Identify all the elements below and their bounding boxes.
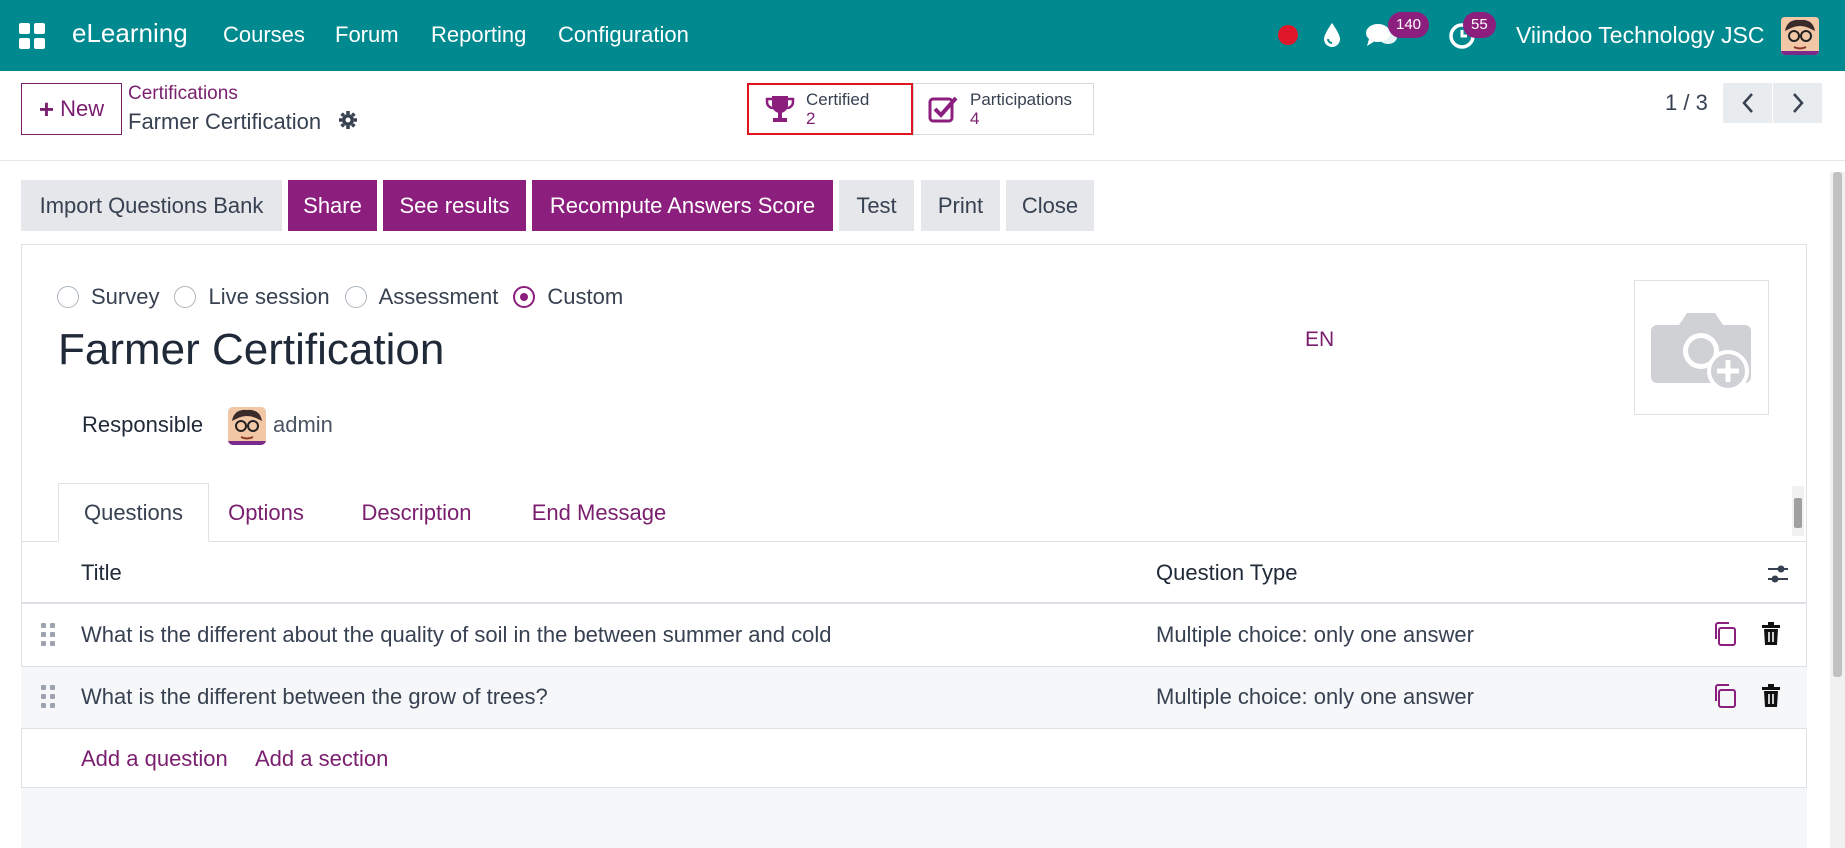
column-title[interactable]: Title — [81, 560, 122, 586]
add-question-link[interactable]: Add a question — [81, 746, 228, 772]
menu-forum[interactable]: Forum — [335, 22, 399, 48]
company-switcher[interactable]: Viindoo Technology JSC — [1516, 22, 1765, 49]
trash-icon[interactable] — [1760, 622, 1782, 651]
tab-options[interactable]: Options — [221, 483, 311, 542]
pager-next-button[interactable] — [1773, 83, 1822, 123]
survey-title-field[interactable]: Farmer Certification — [58, 325, 444, 375]
copy-icon[interactable] — [1712, 683, 1738, 714]
participations-count: 4 — [970, 109, 980, 128]
table-row[interactable]: What is the different about the quality … — [21, 605, 1807, 667]
certified-stat-button[interactable]: Certified 2 — [747, 83, 913, 135]
activities-count-badge: 55 — [1463, 12, 1496, 38]
share-button[interactable]: Share — [288, 180, 377, 231]
pager-previous-button[interactable] — [1723, 83, 1772, 123]
plus-icon: + — [38, 93, 55, 124]
recompute-answers-score-button[interactable]: Recompute Answers Score — [532, 180, 833, 231]
menu-reporting[interactable]: Reporting — [431, 22, 526, 48]
breadcrumb-current: Farmer Certification — [128, 109, 322, 134]
print-button[interactable]: Print — [921, 180, 1000, 231]
tab-description[interactable]: Description — [354, 483, 479, 542]
certified-label: Certified — [806, 90, 870, 109]
tab-end-message[interactable]: End Message — [519, 483, 679, 542]
radio-assessment-label[interactable]: Assessment — [379, 284, 499, 310]
test-button[interactable]: Test — [839, 180, 914, 231]
top-navbar: eLearning Courses Forum Reporting Config… — [0, 0, 1845, 71]
drag-handle-icon[interactable] — [41, 685, 55, 709]
radio-custom[interactable] — [513, 286, 536, 308]
participations-stat-button[interactable]: Participations 4 — [913, 83, 1094, 135]
chevron-left-icon — [1741, 93, 1753, 113]
user-avatar[interactable] — [1781, 17, 1819, 55]
question-type-cell[interactable]: Multiple choice: only one answer — [1156, 684, 1474, 710]
messages-count-badge: 140 — [1388, 12, 1430, 38]
apps-menu-icon[interactable] — [19, 23, 45, 49]
responsible-avatar — [228, 407, 266, 445]
trophy-icon — [764, 93, 796, 125]
new-button-label: New — [60, 96, 105, 121]
menu-courses[interactable]: Courses — [223, 22, 305, 48]
radio-assessment[interactable] — [344, 286, 367, 308]
question-type-cell[interactable]: Multiple choice: only one answer — [1156, 622, 1474, 648]
import-questions-bank-button[interactable]: Import Questions Bank — [21, 180, 282, 231]
responsible-label: Responsible — [82, 412, 204, 437]
tab-questions[interactable]: Questions — [58, 483, 209, 542]
menu-configuration[interactable]: Configuration — [558, 22, 689, 48]
certified-count: 2 — [806, 109, 816, 128]
responsible-field[interactable]: admin — [273, 412, 333, 438]
see-results-button[interactable]: See results — [383, 180, 526, 231]
close-button[interactable]: Close — [1006, 180, 1094, 231]
add-section-link[interactable]: Add a section — [255, 746, 388, 772]
drag-handle-icon[interactable] — [41, 623, 55, 647]
notebook-tabs: Questions Options Description End Messag… — [21, 483, 1807, 542]
language-toggle[interactable]: EN — [1305, 328, 1334, 352]
droplet-icon[interactable] — [1321, 20, 1343, 55]
question-title-cell[interactable]: What is the different about the quality … — [81, 622, 831, 648]
pager-value[interactable]: 1 / 3 — [1665, 90, 1708, 116]
participations-label: Participations — [970, 90, 1073, 109]
chevron-right-icon — [1792, 93, 1804, 113]
table-empty-area — [21, 788, 1807, 848]
column-question-type[interactable]: Question Type — [1156, 560, 1297, 586]
questions-table-header: Title Question Type — [21, 543, 1807, 604]
optional-columns-icon[interactable] — [1766, 562, 1790, 591]
page-scrollbar[interactable] — [1830, 172, 1845, 848]
radio-survey[interactable] — [57, 286, 79, 308]
radio-custom-label[interactable]: Custom — [547, 284, 623, 310]
image-upload-field[interactable] — [1634, 280, 1769, 415]
radio-live-session-label[interactable]: Live session — [208, 284, 329, 310]
copy-icon[interactable] — [1712, 621, 1738, 652]
camera-add-icon — [1651, 312, 1751, 392]
breadcrumb-parent[interactable]: Certifications — [128, 83, 238, 105]
new-button[interactable]: + New — [21, 83, 122, 135]
trash-icon[interactable] — [1760, 684, 1782, 713]
question-title-cell[interactable]: What is the different between the grow o… — [81, 684, 548, 710]
checkbox-checked-icon — [928, 94, 958, 124]
survey-type-radio-group: Survey Live session Assessment Custom — [57, 284, 638, 310]
gear-icon[interactable] — [338, 110, 358, 135]
radio-live-session[interactable] — [174, 286, 197, 308]
tabs-scrollbar[interactable] — [1792, 486, 1804, 536]
table-row[interactable]: What is the different between the grow o… — [21, 667, 1807, 729]
radio-survey-label[interactable]: Survey — [91, 284, 159, 310]
recording-indicator-icon[interactable] — [1278, 25, 1298, 45]
app-name[interactable]: eLearning — [72, 18, 188, 49]
